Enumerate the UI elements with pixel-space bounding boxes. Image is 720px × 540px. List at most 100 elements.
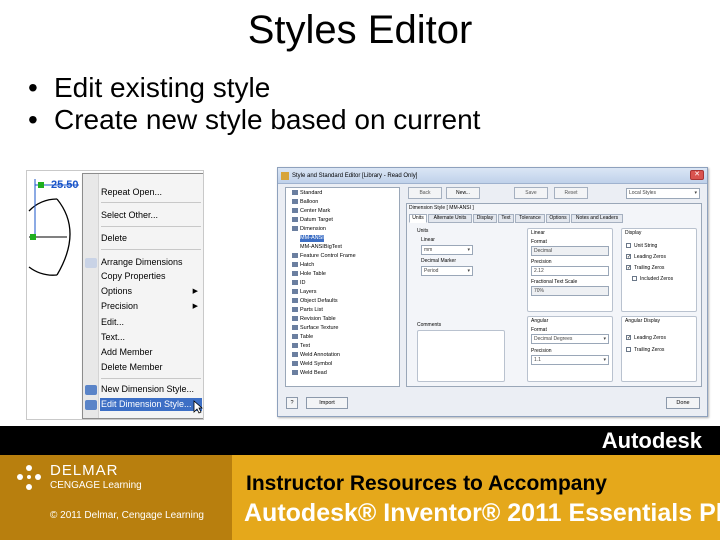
context-menu-screenshot: 25.50 Repeat Open... Select Other... Del… [26,170,204,420]
precision-label: Precision [531,259,552,265]
fractional-text-scale-dropdown[interactable]: 70% [531,286,609,296]
save-button[interactable]: Save [514,187,548,199]
tab-alternate-units[interactable]: Alternate Units [428,214,472,223]
menu-item-options-label: Options [101,286,133,296]
display-group-title: Display [625,230,642,236]
tree-item[interactable]: Parts List [292,307,323,314]
linear-units-dropdown[interactable]: mm ▾ [421,245,473,255]
style-icon [292,253,298,259]
done-button[interactable]: Done [666,397,700,409]
tab-display[interactable]: Display [473,214,497,223]
copyright-text: © 2011 Delmar, Cengage Learning [50,510,204,521]
included-zeros-checkbox[interactable] [632,276,637,281]
tree-item[interactable]: Weld Annotation [292,352,340,359]
comments-textarea[interactable] [417,330,505,382]
style-icon [292,325,298,331]
menu-item-options[interactable]: Options ▶ [100,285,202,298]
reset-button[interactable]: Reset [554,187,588,199]
style-icon [292,298,298,304]
menu-item-copy-properties[interactable]: Copy Properties [100,270,202,283]
tree-item[interactable]: Layers [292,289,317,296]
angular-trailing-zeros-checkbox[interactable] [626,347,631,352]
menu-item-delete[interactable]: Delete [100,232,202,245]
tree-item[interactable]: Datum Target [292,217,333,224]
tab-notes-and-leaders[interactable]: Notes and Leaders [571,214,623,223]
tree-item[interactable]: Dimension [292,226,326,233]
dimension-value[interactable]: 25.50 [51,179,79,191]
fractional-text-scale-label: Fractional Text Scale [531,279,578,285]
angular-precision-dropdown[interactable]: 1.1 ▾ [531,355,609,365]
close-icon[interactable]: ✕ [690,170,704,180]
back-button[interactable]: Back [408,187,442,199]
tree-item[interactable]: Feature Control Frame [292,253,356,260]
menu-item-precision[interactable]: Precision ▶ [100,300,202,313]
tree-item[interactable]: Object Defaults [292,298,338,305]
slide-title: Styles Editor [247,8,473,52]
autodesk-logo: Autodesk [601,428,702,453]
linear-precision-dropdown[interactable]: 2.12 [531,266,609,276]
edit-style-icon [85,400,97,410]
tab-text[interactable]: Text [498,214,514,223]
menu-item-text[interactable]: Text... [100,331,202,344]
tree-item[interactable]: Weld Symbol [292,361,332,368]
tree-item[interactable]: Revision Table [292,316,336,323]
new-style-button[interactable]: New... [446,187,480,199]
angular-format-label: Format [531,327,547,333]
submenu-arrow-icon: ▶ [192,288,198,295]
tree-item[interactable]: MM-ANSIBigText [300,244,342,251]
chevron-down-icon: ▾ [694,190,697,196]
menu-item-select-other[interactable]: Select Other... [100,209,202,222]
chevron-down-icon: ▾ [603,336,606,342]
menu-item-new-dimension-style[interactable]: New Dimension Style... [100,383,202,396]
menu-item-arrange-dimensions[interactable]: Arrange Dimensions [100,256,202,269]
style-filter-dropdown[interactable]: Local Styles ▾ [626,188,700,199]
menu-item-add-member[interactable]: Add Member [100,346,202,359]
tree-item[interactable]: Hatch [292,262,314,269]
tree-item[interactable]: Weld Bead [292,370,327,377]
style-icon [292,226,298,232]
angular-leading-zeros-checkbox[interactable]: ✓ [626,335,631,341]
tab-units[interactable]: Units [409,214,427,223]
chevron-down-icon: ▾ [467,247,470,253]
chevron-down-icon: ▾ [467,268,470,274]
style-icon [292,343,298,349]
menu-separator [101,249,201,250]
leading-zeros-label: Leading Zeros [634,254,666,260]
import-button[interactable]: Import [306,397,348,409]
style-icon [292,370,298,376]
tree-item[interactable]: ID [292,280,306,287]
window-titlebar: Style and Standard Editor [Library - Rea… [278,168,707,184]
trailing-zeros-checkbox[interactable]: ✓ [626,265,631,271]
tab-options[interactable]: Options [546,214,570,223]
tree-item[interactable]: Standard [292,190,322,197]
style-editor-window: Style and Standard Editor [Library - Rea… [277,167,708,417]
cengage-wordmark: CENGAGE Learning [50,480,142,491]
leading-zeros-checkbox[interactable]: ✓ [626,254,631,260]
decimal-marker-dropdown[interactable]: Period ▾ [421,266,473,276]
dimension-style-panel: Dimension Style [ MM-ANSI ] Units Altern… [406,203,702,387]
tree-item[interactable]: Table [292,334,313,341]
menu-item-repeat-open[interactable]: Repeat Open... [100,186,202,199]
unit-string-checkbox[interactable] [626,243,631,248]
tree-item[interactable]: Hole Table [292,271,326,278]
tab-tolerance[interactable]: Tolerance [515,214,545,223]
tree-item[interactable]: Text [292,343,310,350]
delmar-wordmark: DELMAR [50,462,119,479]
bullet-item: Edit existing style [28,72,480,104]
linear-format-dropdown[interactable]: Decimal [531,246,609,256]
menu-item-delete-member[interactable]: Delete Member [100,361,202,374]
tree-item-selected[interactable]: MM-ANSI [300,235,324,242]
menu-item-edit[interactable]: Edit... [100,316,202,329]
linear-group: Linear Format Decimal Precision 2.12 Fra… [527,228,613,312]
style-icon [292,289,298,295]
help-icon[interactable]: ? [286,397,298,409]
decimal-marker-label: Decimal Marker [421,258,457,264]
angular-format-dropdown[interactable]: Decimal Degrees ▾ [531,334,609,344]
tree-item[interactable]: Balloon [292,199,318,206]
tree-item[interactable]: Center Mark [292,208,330,215]
unit-string-label: Unit String [634,243,658,249]
tree-item[interactable]: Surface Texture [292,325,338,332]
angular-precision-label: Precision [531,348,552,354]
menu-item-edit-dimension-style[interactable]: Edit Dimension Style... [100,398,202,411]
style-icon [292,217,298,223]
